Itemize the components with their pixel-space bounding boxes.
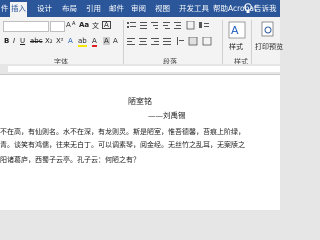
svg-text:A: A: [231, 24, 239, 37]
subscript-button[interactable]: X₂: [45, 37, 53, 45]
body-line: 青。谈笑有鸿儒，往来无白丁。可以调素琴，阅金经。无丝竹之乱耳，无案牍之: [0, 141, 245, 149]
char-border-icon[interactable]: A: [113, 37, 118, 45]
tab-design[interactable]: 设计: [36, 3, 53, 15]
tab-layout[interactable]: 布局: [61, 3, 78, 15]
tab-review[interactable]: 审阅: [130, 3, 147, 15]
document-page[interactable]: 陋室铭 ——刘禹锡 不在高，有仙则名。水不在深，有龙则灵。斯是陋室，惟吾德馨，苔…: [0, 75, 280, 210]
superscript-button[interactable]: X²: [56, 37, 64, 45]
grow-font-icon[interactable]: A: [66, 21, 71, 29]
font-size-combo[interactable]: [50, 21, 65, 32]
ribbon-panel: A A Aa 文 A B I U abc X₂ X² A ab A A A 字体: [0, 17, 283, 66]
enclosed-char-icon[interactable]: A: [102, 21, 111, 29]
tab-references[interactable]: 引用: [85, 3, 102, 15]
tab-insert[interactable]: 插入: [10, 2, 27, 17]
body-line: 阳诸葛庐，西蜀子云亭。孔子云：何陋之有？: [0, 156, 140, 164]
lightbulb-icon: [244, 3, 252, 13]
body-line: 不在高，有仙则名。水不在深，有龙则灵。斯是陋室，惟吾德馨，苔痕上阶绿，: [0, 128, 245, 136]
group-divider: [123, 20, 124, 64]
italic-button[interactable]: I: [13, 37, 15, 45]
ruler-scale: [8, 66, 280, 72]
tab-tell-me[interactable]: 告诉我: [253, 3, 278, 15]
shrink-font-icon[interactable]: A: [72, 21, 75, 27]
highlight-icon[interactable]: ab: [78, 37, 87, 47]
tab-view[interactable]: 视图: [154, 3, 171, 15]
group-divider: [222, 20, 223, 64]
tab-file[interactable]: 件: [0, 3, 10, 15]
font-color-icon[interactable]: A: [92, 37, 97, 47]
group-divider: [251, 20, 252, 64]
print-preview-label[interactable]: 打印预览: [255, 42, 283, 52]
clear-format-icon[interactable]: Aa: [79, 21, 89, 29]
phonetic-guide-icon[interactable]: 文: [92, 21, 99, 31]
char-shading-icon[interactable]: A: [103, 37, 110, 45]
font-name-combo[interactable]: [3, 21, 49, 32]
print-preview-icon[interactable]: [260, 21, 276, 39]
text-effects-icon[interactable]: A: [68, 37, 73, 45]
poem-author: ——刘禹锡: [148, 111, 186, 120]
underline-button[interactable]: U: [20, 37, 25, 45]
alignment-buttons-row[interactable]: [127, 37, 217, 46]
tab-mailings[interactable]: 邮件: [108, 3, 125, 15]
bold-button[interactable]: B: [4, 37, 9, 45]
ribbon-tab-bar: 件 插入 设计 布局 引用 邮件 审阅 视图 开发工具 帮助 Acrobat 告…: [0, 0, 280, 17]
tab-developer[interactable]: 开发工具: [178, 3, 210, 15]
styles-gallery-icon[interactable]: A: [228, 21, 246, 39]
list-buttons-row[interactable]: [127, 21, 213, 30]
styles-button-label[interactable]: 样式: [229, 42, 243, 52]
strikethrough-button[interactable]: abc: [30, 37, 43, 45]
poem-title: 陋室铭: [128, 97, 152, 106]
